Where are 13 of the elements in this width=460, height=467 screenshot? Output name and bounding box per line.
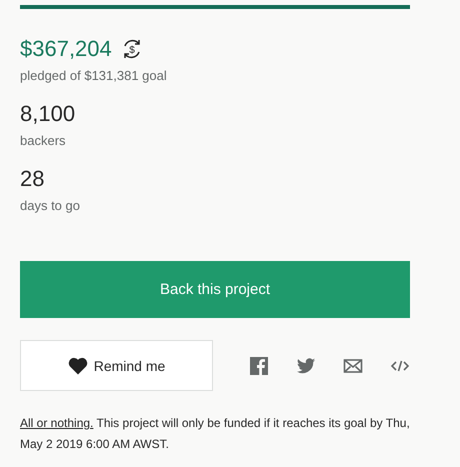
- all-or-nothing-link[interactable]: All or nothing.: [20, 416, 94, 430]
- remind-button[interactable]: Remind me: [20, 340, 213, 391]
- stat-value: 8,100: [20, 101, 76, 127]
- pledged-amount: $367,204: [20, 36, 112, 62]
- stat-label: days to go: [20, 198, 81, 213]
- twitter-icon[interactable]: [296, 356, 316, 376]
- back-project-button[interactable]: Back this project: [20, 261, 410, 318]
- stat-value: 28: [20, 166, 46, 192]
- funding-notice: All or nothing. This project will only be funded if it reaches its goal by Thu, May 2 2019 6:00 AM AWST.: [20, 415, 411, 453]
- pledged-label: pledged of $131,381 goal: [20, 68, 168, 83]
- heart-icon: [68, 356, 88, 374]
- facebook-icon[interactable]: [249, 356, 269, 376]
- stat-label: backers: [20, 133, 67, 148]
